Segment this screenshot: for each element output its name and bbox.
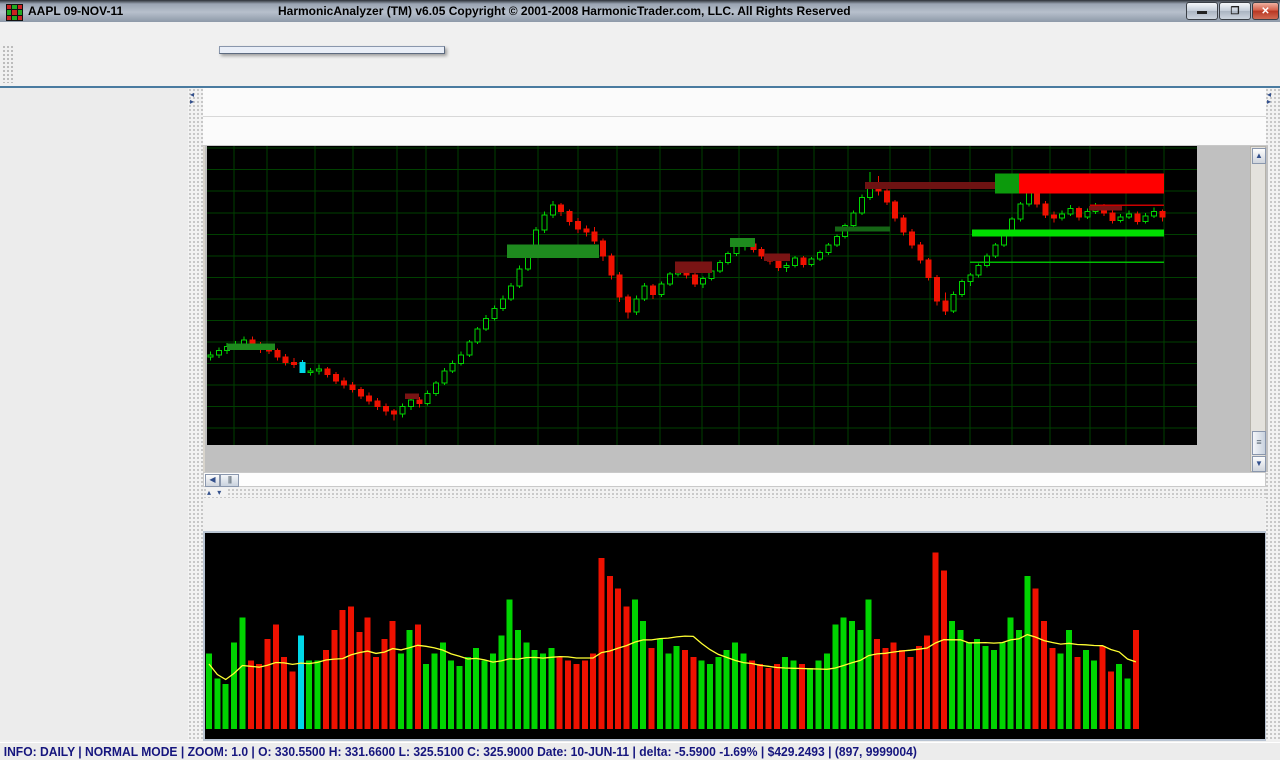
volume-chart-svg	[205, 533, 1264, 739]
app-window: AAPL 09-NOV-11 HarmonicAnalyzer (TM) v6.…	[0, 0, 1280, 760]
app-icon	[6, 4, 23, 21]
price-axis	[1197, 146, 1250, 472]
status-bar: INFO: DAILY | NORMAL MODE | ZOOM: 1.0 | …	[0, 742, 1280, 760]
status-text: INFO: DAILY | NORMAL MODE | ZOOM: 1.0 | …	[0, 743, 1190, 760]
symbol-sidebar	[0, 88, 188, 740]
vertical-scrollbar[interactable]: ▲ ▼	[1250, 146, 1266, 472]
tools-dropdown-menu	[219, 46, 445, 54]
minimize-button[interactable]: ▬	[1186, 2, 1218, 20]
scroll-left-icon[interactable]: ◀	[205, 474, 220, 487]
indicator-tabs	[203, 499, 1266, 529]
horizontal-scrollbar[interactable]: ◀ |||	[203, 472, 1266, 487]
toolbar	[0, 43, 1280, 88]
volume-pane[interactable]	[203, 531, 1266, 741]
close-button[interactable]: ✕	[1252, 2, 1279, 20]
toolbar-grip[interactable]	[2, 45, 14, 83]
vertical-scroll-thumb[interactable]	[1252, 431, 1266, 455]
scroll-up-icon[interactable]: ▲	[1252, 148, 1266, 164]
title-symbol: AAPL 09-NOV-11	[28, 4, 278, 18]
title-bar: AAPL 09-NOV-11 HarmonicAnalyzer (TM) v6.…	[0, 0, 1280, 22]
indicator-legend-row	[203, 88, 1266, 117]
scroll-down-icon[interactable]: ▼	[1252, 456, 1266, 472]
left-splitter[interactable]: ◂▸	[188, 88, 203, 740]
horizontal-scroll-thumb[interactable]: |||	[220, 474, 239, 487]
zigzag-controls-row	[203, 117, 1266, 146]
horizontal-splitter[interactable]: ▴ ▾	[203, 488, 1266, 498]
menu-bar	[0, 22, 1280, 43]
candlestick-chart[interactable]	[207, 146, 1197, 445]
price-chart-panel: ▲ ▼	[203, 146, 1268, 472]
date-axis	[207, 445, 1197, 472]
title-text: HarmonicAnalyzer (TM) v6.05 Copyright © …	[278, 4, 851, 18]
restore-button[interactable]: ❐	[1219, 2, 1251, 20]
